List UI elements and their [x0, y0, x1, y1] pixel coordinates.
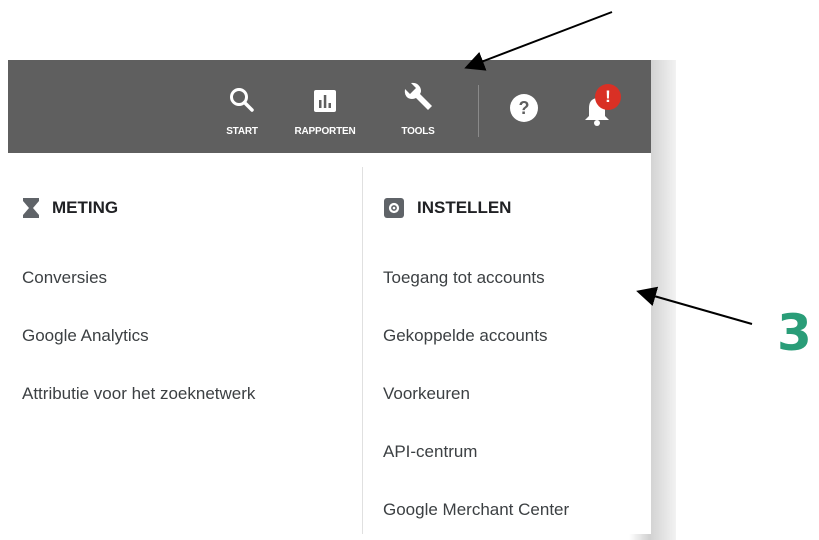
- arrow-to-tools: [464, 11, 613, 71]
- annotation-arrows: [464, 11, 753, 325]
- step-number: 3: [777, 304, 812, 362]
- arrow-to-toegang: [636, 286, 753, 325]
